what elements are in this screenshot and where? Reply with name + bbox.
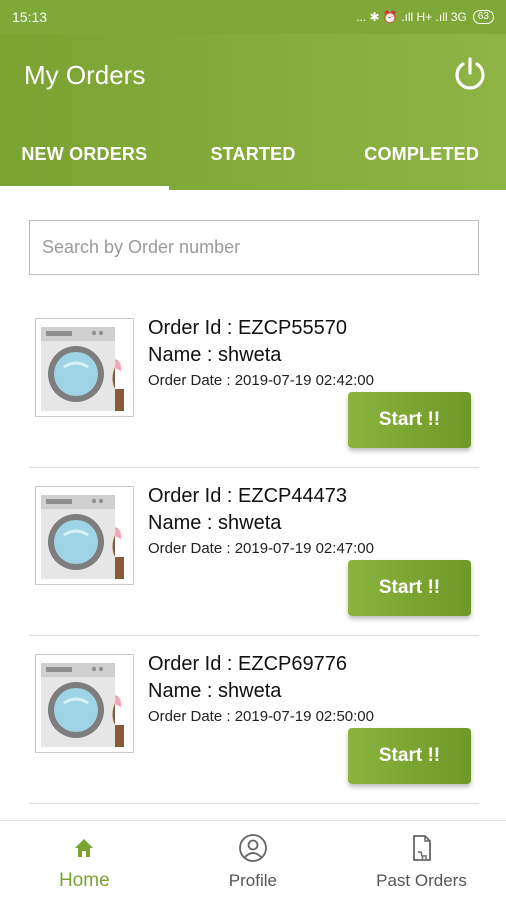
order-id: Order Id : EZCP44473: [148, 485, 347, 507]
nav-home[interactable]: Home: [0, 821, 169, 900]
home-icon: [75, 839, 94, 857]
status-bar: 15:13 ... ✱ ⏰ .ıll H+ .ıll 3G 63: [0, 0, 506, 34]
washing-machine-icon: [35, 318, 134, 417]
nav-past-orders-label: Past Orders: [376, 871, 467, 890]
status-indicators: ... ✱ ⏰ .ıll H+ .ıll 3G 63: [356, 10, 494, 24]
bottom-navigation: Home Profile Past Orders: [0, 820, 506, 900]
customer-name: Name : shweta: [148, 512, 282, 534]
order-item: Order Id : EZCP44473 Name : shweta Order…: [29, 468, 479, 636]
profile-icon: [238, 834, 267, 862]
customer-name: Name : shweta: [148, 680, 282, 702]
customer-name: Name : shweta: [148, 344, 282, 366]
tab-new-orders[interactable]: NEW ORDERS: [0, 134, 169, 190]
nav-home-label: Home: [58, 870, 110, 891]
order-id: Order Id : EZCP69776: [148, 653, 347, 675]
power-icon[interactable]: [452, 56, 488, 92]
battery-icon: 63: [472, 10, 494, 24]
start-button[interactable]: Start !!: [348, 560, 471, 616]
order-tabs: NEW ORDERS STARTED COMPLETED: [0, 134, 506, 190]
past-orders-icon: [413, 835, 432, 861]
start-button[interactable]: Start !!: [348, 392, 471, 448]
order-item: Order Id : EZCP55570 Name : shweta Order…: [29, 300, 479, 468]
washing-machine-icon: [35, 486, 134, 585]
order-item: Order Id : EZCP69776 Name : shweta Order…: [29, 636, 479, 804]
order-id: Order Id : EZCP55570: [148, 317, 347, 339]
tab-started[interactable]: STARTED: [169, 134, 338, 190]
tab-completed[interactable]: COMPLETED: [337, 134, 506, 190]
washing-machine-icon: [35, 654, 134, 753]
nav-profile-label: Profile: [228, 871, 277, 890]
app-bar: My Orders NEW ORDERS STARTED COMPLETED: [0, 34, 506, 190]
search-input[interactable]: [29, 220, 479, 275]
order-date: Order Date : 2019-07-19 02:47:00: [148, 540, 374, 557]
start-button[interactable]: Start !!: [348, 728, 471, 784]
order-date: Order Date : 2019-07-19 02:42:00: [148, 372, 374, 389]
status-time: 15:13: [12, 9, 48, 25]
page-title: My Orders: [24, 60, 146, 90]
nav-profile[interactable]: Profile: [169, 821, 338, 900]
signal-indicators: ... ✱ ⏰ .ıll H+ .ıll 3G: [356, 10, 467, 24]
nav-past-orders[interactable]: Past Orders: [337, 821, 506, 900]
order-date: Order Date : 2019-07-19 02:50:00: [148, 708, 374, 725]
